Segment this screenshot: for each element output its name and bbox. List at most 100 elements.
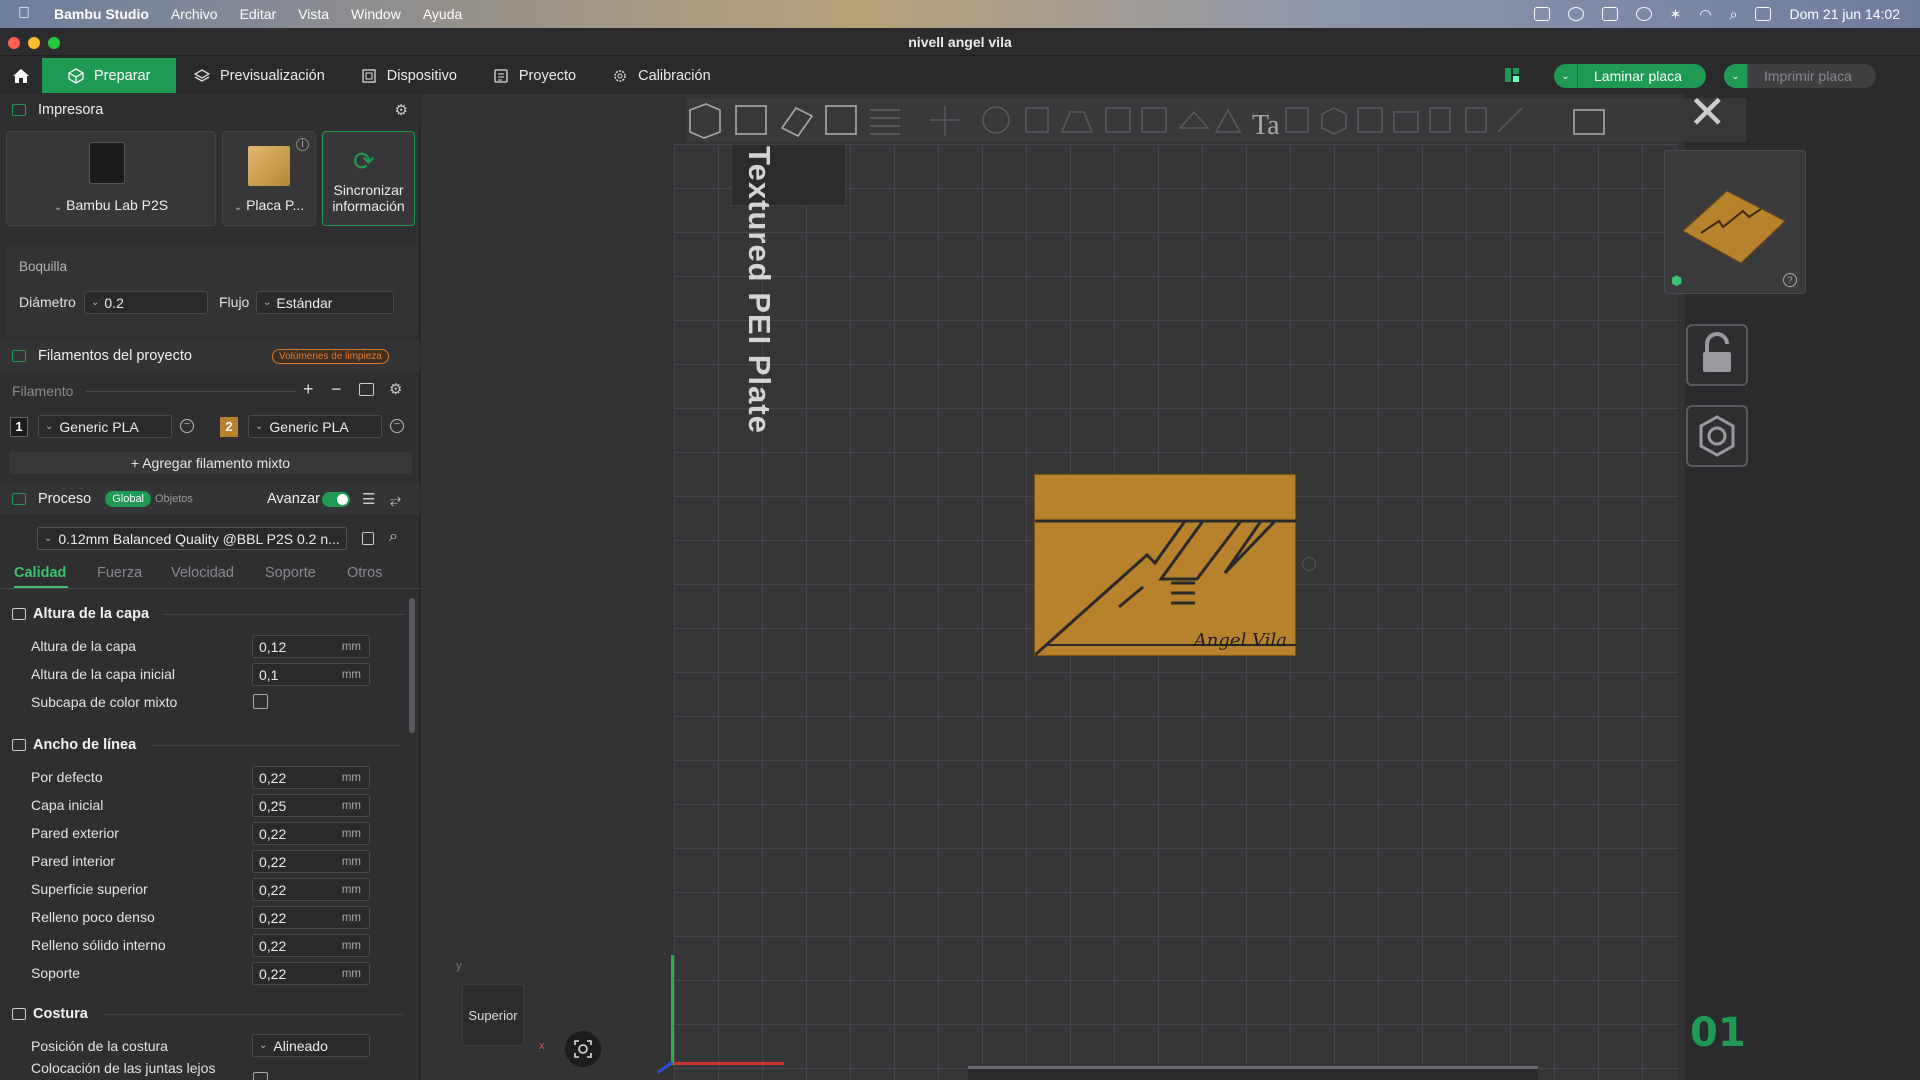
filament-2-select[interactable]: ⌄ Generic PLA <box>248 415 382 438</box>
zoom-window-button[interactable] <box>48 37 60 49</box>
filament-1-color-swatch[interactable]: 1 <box>10 417 28 437</box>
bluetooth-icon[interactable]: ✶ <box>1670 6 1682 23</box>
line-width-inner-wall-input[interactable]: 0,22 mm <box>252 850 370 873</box>
line-width-initial-layer-input[interactable]: 0,25 mm <box>252 794 370 817</box>
model-object[interactable]: Angel Vila <box>1034 474 1297 657</box>
settings-scrollbar[interactable] <box>409 598 415 733</box>
printer-settings-gear-icon[interactable]: ⚙ <box>395 101 408 119</box>
creative-cloud-icon[interactable] <box>1567 7 1584 21</box>
layer-height-input[interactable]: 0,12 mm <box>252 635 370 658</box>
menu-app[interactable]: Bambu Studio <box>54 6 149 22</box>
line-width-support-input[interactable]: 0,22 mm <box>252 962 370 985</box>
remove-filament-1-icon[interactable]: − <box>180 419 194 433</box>
unit: mm <box>341 827 361 840</box>
layer-scrollbar[interactable] <box>968 1066 1538 1080</box>
list-icon[interactable]: ☰ <box>362 490 375 508</box>
plate-name: ⌄ Placa P... <box>223 197 315 213</box>
add-mixed-filament-button[interactable]: + Agregar filamento mixto <box>9 452 412 474</box>
save-preset-icon[interactable] <box>362 532 374 545</box>
chevron-down-icon: ⌄ <box>263 297 272 308</box>
plate-card[interactable]: i ⌄ Placa P... <box>222 131 316 226</box>
drive-icon[interactable] <box>1601 7 1618 21</box>
menubar-clock[interactable]: Dom 21 jun 14:02 <box>1789 6 1900 22</box>
plate-settings-button[interactable] <box>1686 405 1748 467</box>
lay-on-face-icon <box>1060 111 1094 133</box>
slice-plate-button[interactable]: ⌄ Laminar placa <box>1554 64 1706 88</box>
plate-status-icon: ⬢ <box>1671 273 1683 288</box>
tab-fuerza[interactable]: Fuerza <box>97 565 142 581</box>
arrange-grid-icon <box>735 105 767 135</box>
print-plate-button[interactable]: Imprimir placa <box>1748 64 1876 88</box>
tab-calidad[interactable]: Calidad <box>14 565 66 581</box>
flushing-volumes-badge[interactable]: Volúmenes de limpieza <box>272 348 389 364</box>
tab-calibracion[interactable]: Calibración <box>594 58 729 93</box>
chevron-down-icon[interactable]: ⌄ <box>1554 64 1578 88</box>
tab-dispositivo[interactable]: Dispositivo <box>343 58 475 93</box>
global-toggle[interactable]: Global <box>105 491 151 507</box>
apple-icon[interactable]:  <box>18 5 40 23</box>
spotlight-search-icon[interactable]: ⌕ <box>1730 6 1738 23</box>
line-width-default-input[interactable]: 0,22 mm <box>252 766 370 789</box>
menu-ayuda[interactable]: Ayuda <box>423 6 462 22</box>
close-window-button[interactable] <box>8 37 20 49</box>
add-mixed-filament-label: Agregar filamento mixto <box>142 455 291 471</box>
minimize-window-button[interactable] <box>28 37 40 49</box>
help-icon[interactable]: ? <box>1783 273 1797 287</box>
printer-section-header: Impresora ⚙ <box>0 95 420 125</box>
tab-velocidad[interactable]: Velocidad <box>171 565 234 581</box>
filament-2-color-swatch[interactable]: 2 <box>220 417 238 437</box>
filament-settings-gear-icon[interactable]: ⚙ <box>389 380 402 398</box>
tab-soporte[interactable]: Soporte <box>265 565 316 581</box>
info-icon[interactable]: i <box>296 138 309 151</box>
sync-filament-icon[interactable] <box>359 383 374 396</box>
screenshot-button[interactable] <box>565 1031 601 1067</box>
search-icon[interactable]: ⌕ <box>389 528 398 546</box>
tab-proyecto[interactable]: Proyecto <box>475 58 594 93</box>
diameter-select[interactable]: ⌄ 0.2 <box>84 291 208 314</box>
sync-info-button[interactable]: ⟳ Sincronizar información <box>322 131 415 226</box>
flow-select[interactable]: ⌄ Estándar <box>256 291 394 314</box>
view-cube-top-face[interactable]: Superior <box>462 984 524 1046</box>
seam-position-select[interactable]: ⌄ Alineado <box>252 1034 370 1057</box>
initial-layer-height-input[interactable]: 0,1 mm <box>252 663 370 686</box>
home-button[interactable] <box>0 57 42 94</box>
lock-plate-button[interactable] <box>1686 324 1748 386</box>
line-width-internal-solid-input[interactable]: 0,22 mm <box>252 934 370 957</box>
objects-toggle[interactable]: Objetos <box>155 493 193 505</box>
compare-icon[interactable]: ⥂ <box>390 491 401 508</box>
menu-vista[interactable]: Vista <box>298 6 329 22</box>
add-filament-icon[interactable]: + <box>303 379 314 400</box>
remove-filament-2-icon[interactable]: − <box>390 419 404 433</box>
advanced-switch[interactable] <box>322 491 350 507</box>
printer-card[interactable]: ⌄ Bambu Lab P2S <box>6 131 216 226</box>
mixed-color-sublayer-checkbox[interactable] <box>253 694 268 709</box>
print-dropdown-button[interactable]: ⌄ <box>1724 64 1748 88</box>
line-width-top-surface-input[interactable]: 0,22 mm <box>252 878 370 901</box>
filament-1-select[interactable]: ⌄ Generic PLA <box>38 415 172 438</box>
menu-window[interactable]: Window <box>351 6 401 22</box>
remove-filament-icon[interactable]: − <box>331 379 342 400</box>
tab-previsualizacion[interactable]: Previsualización <box>176 58 343 93</box>
time-machine-icon[interactable] <box>1635 7 1652 21</box>
seam-placement-checkbox[interactable] <box>253 1072 268 1080</box>
tab-label: Dispositivo <box>386 67 457 84</box>
line-width-sparse-infill-input[interactable]: 0,22 mm <box>252 906 370 929</box>
layout-toggle-icon[interactable] <box>1504 67 1520 83</box>
extension-icon[interactable] <box>1533 7 1550 21</box>
menu-archivo[interactable]: Archivo <box>171 6 218 22</box>
tab-preparar[interactable]: Preparar <box>42 58 176 93</box>
plate-thumbnail-panel[interactable]: ⬢ ? <box>1664 150 1806 294</box>
process-preset-select[interactable]: ⌄ 0.12mm Balanced Quality @BBL P2S 0.2 n.… <box>37 527 347 550</box>
filaments-section-header: Filamentos del proyecto Volúmenes de lim… <box>0 341 420 371</box>
canvas-tool-icons[interactable]: Ta <box>686 98 1746 142</box>
wifi-icon[interactable]: ◠ <box>1699 6 1711 23</box>
menu-editar[interactable]: Editar <box>240 6 277 22</box>
tab-otros[interactable]: Otros <box>347 565 382 581</box>
filament-2-name: Generic PLA <box>269 418 349 435</box>
color-paint-icon <box>1214 108 1242 133</box>
printer-section-title: Impresora <box>38 102 104 118</box>
diameter-label: Diámetro <box>19 294 76 310</box>
close-icon[interactable]: ✕ <box>1688 89 1748 138</box>
line-width-outer-wall-input[interactable]: 0,22 mm <box>252 822 370 845</box>
control-center-icon[interactable] <box>1755 7 1772 21</box>
